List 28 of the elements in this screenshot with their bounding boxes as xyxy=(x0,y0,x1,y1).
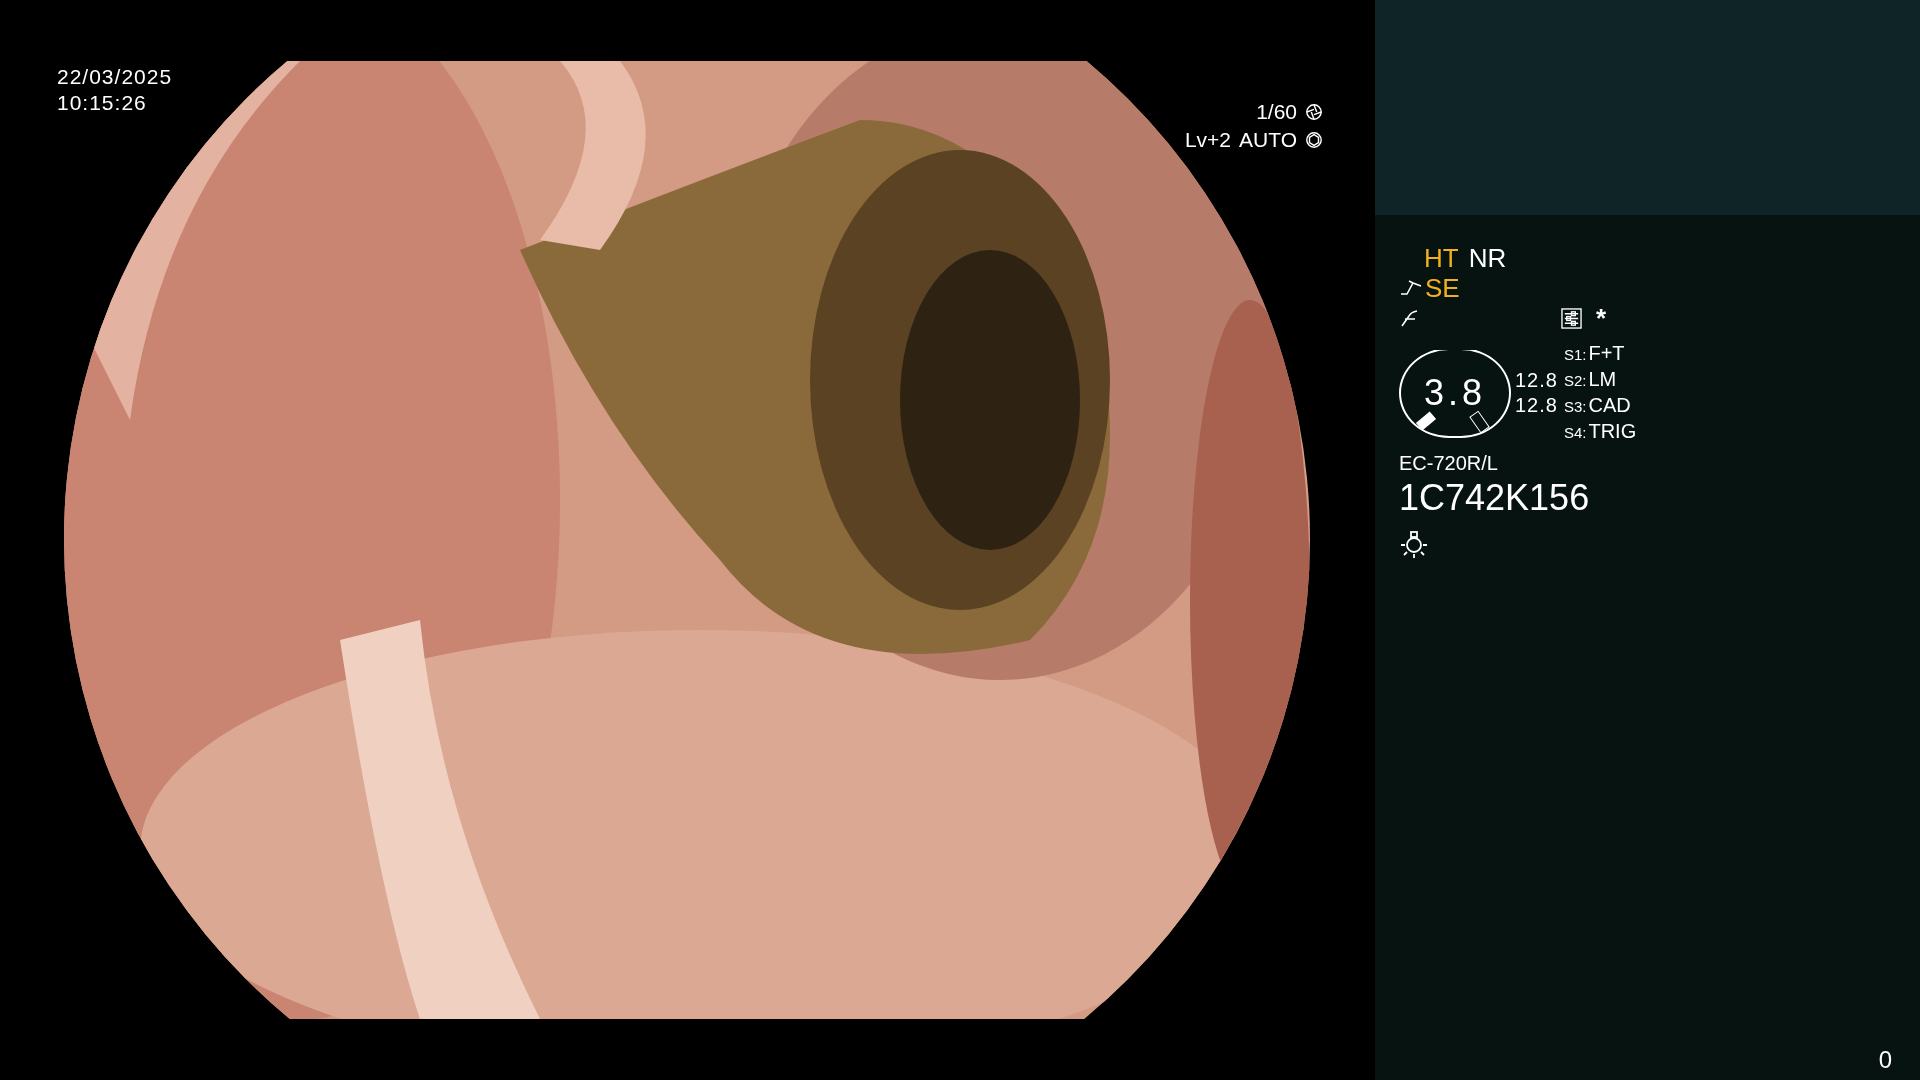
switch-key: S3: xyxy=(1563,394,1587,419)
aperture-icon xyxy=(1305,103,1323,121)
mode-label: NR xyxy=(1468,243,1507,273)
counter-text: 0 xyxy=(1878,1046,1892,1074)
mode-label: HT xyxy=(1424,243,1459,273)
enhance-label: SE xyxy=(1425,273,1460,303)
settings-icon xyxy=(1561,307,1582,329)
level-text: Lv+2 xyxy=(1184,127,1232,153)
shutter-text: 1/60 xyxy=(1256,99,1297,125)
time-text: 10:15:26 xyxy=(57,90,148,116)
reading-text: 12.8 xyxy=(1515,393,1558,418)
switch-label: TRIG xyxy=(1588,419,1637,444)
scope-model: EC-720R/L xyxy=(1399,451,1498,475)
scope-serial: 1C742K156 xyxy=(1399,477,1590,519)
switch-label: CAD xyxy=(1588,393,1631,418)
switch-label: F+T xyxy=(1588,341,1625,366)
lamp-icon xyxy=(1399,529,1429,559)
switch-label: LM xyxy=(1588,367,1617,392)
gauge-value: 3.8 xyxy=(1423,372,1486,414)
switch-key: S2: xyxy=(1563,368,1587,393)
switch-key: S4: xyxy=(1563,420,1587,445)
iris-icon xyxy=(1305,131,1323,149)
reading-text: 12.8 xyxy=(1515,368,1558,393)
asterisk-text: * xyxy=(1596,305,1607,331)
curve-icon xyxy=(1399,278,1423,298)
mode-text: AUTO xyxy=(1239,127,1297,153)
switch-key: S1: xyxy=(1563,342,1587,367)
date-text: 22/03/2025 xyxy=(57,64,173,90)
